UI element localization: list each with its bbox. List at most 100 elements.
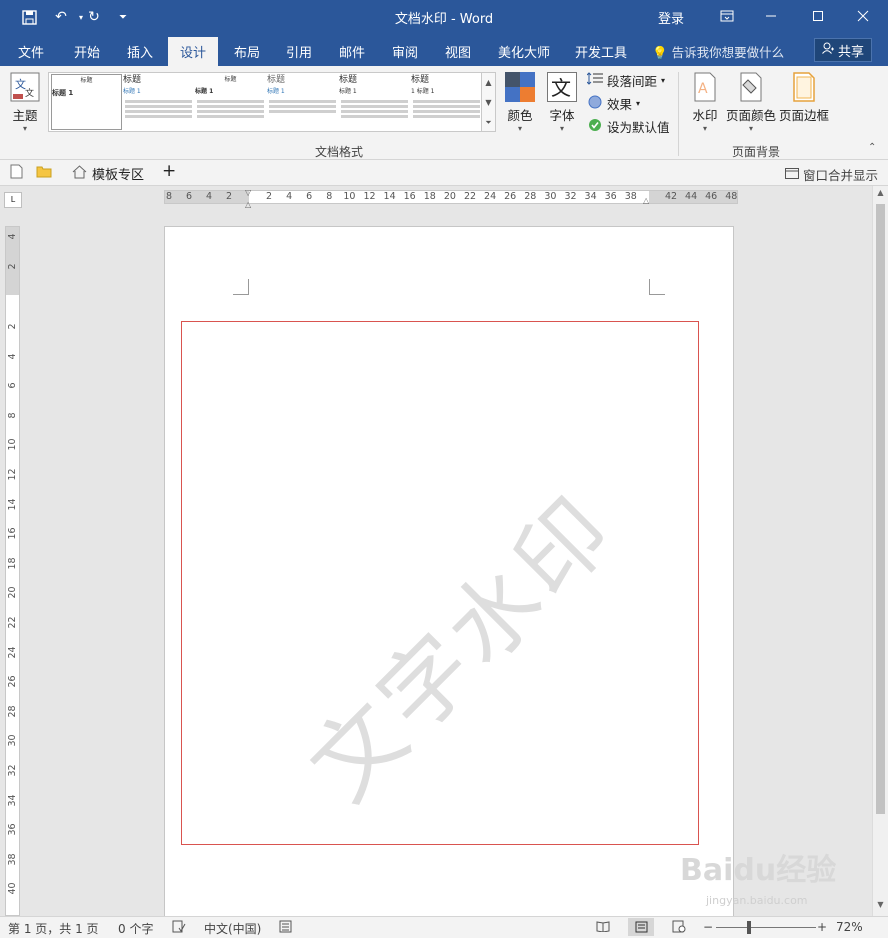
- style-set-subheading: 标题 1: [52, 89, 74, 97]
- ribbon-tabs: 文件 开始 插入 设计 布局 引用 邮件 审阅 视图 美化大师 开发工具 💡 告…: [0, 34, 888, 66]
- tab-selector[interactable]: L: [4, 192, 22, 208]
- crop-mark: [649, 279, 665, 295]
- vertical-ruler[interactable]: 4 2 2 4 6 8 10 12 14 16 18 20 22 24 26 28 30 32 34 36 38 40: [5, 226, 20, 916]
- style-set-item[interactable]: 标题 标题 1: [339, 74, 410, 130]
- tab-file[interactable]: 文件: [18, 42, 44, 61]
- maximize-icon[interactable]: [803, 5, 833, 27]
- set-as-default-button[interactable]: 设为默认值: [587, 117, 670, 136]
- ruler-tick-label: 22: [463, 191, 477, 202]
- login-link[interactable]: 登录: [658, 8, 684, 27]
- read-mode-icon[interactable]: [596, 920, 610, 932]
- ruler-tick-label: 44: [685, 191, 698, 202]
- page-borders-label: 页面边框: [779, 108, 830, 123]
- tell-me-box[interactable]: 💡 告诉我你想要做什么: [652, 42, 784, 61]
- style-set-item[interactable]: 标题 标题 1: [267, 74, 338, 130]
- ruler-tick-label: 36: [7, 823, 18, 836]
- save-icon[interactable]: [18, 7, 40, 27]
- zoom-slider-knob[interactable]: [747, 921, 751, 934]
- ruler-tick-label: 6: [306, 191, 313, 202]
- redo-icon[interactable]: ↻: [83, 7, 105, 27]
- page-borders-icon: [789, 72, 819, 102]
- style-set-item[interactable]: 标题 1 标题 1: [411, 74, 482, 130]
- page-count[interactable]: 第 1 页，共 1 页: [8, 920, 99, 937]
- tab-beautify-master[interactable]: 美化大师: [498, 42, 550, 61]
- ruler-tick-label: 4: [205, 191, 213, 202]
- ribbon-design: 文文 主题 ▾ 标题 标题 1 标题 标题 1 标题 标题 1 标题 标题 1 …: [0, 66, 888, 160]
- scroll-up-icon[interactable]: ▲: [873, 188, 888, 197]
- tab-layout[interactable]: 布局: [234, 42, 260, 61]
- print-layout-icon[interactable]: [628, 918, 654, 936]
- zoom-in-icon[interactable]: +: [817, 920, 827, 934]
- themes-button[interactable]: 文文 主题 ▾: [10, 72, 40, 133]
- style-set-heading: 标题: [123, 75, 142, 85]
- gallery-up-icon[interactable]: ▲: [482, 73, 495, 93]
- proofing-icon[interactable]: [172, 920, 186, 933]
- collapse-ribbon-icon[interactable]: ⌃: [868, 142, 876, 153]
- checkmark-icon: [587, 118, 603, 135]
- ruler-tick-label: 28: [524, 191, 537, 202]
- colors-button[interactable]: 颜色 ▾: [505, 72, 535, 133]
- tab-developer[interactable]: 开发工具: [575, 42, 627, 61]
- first-line-indent-icon[interactable]: ▽: [245, 188, 251, 197]
- style-set-heading: 标题: [224, 76, 237, 83]
- zoom-out-icon[interactable]: −: [703, 920, 713, 934]
- document-page[interactable]: 文字水印: [164, 226, 734, 926]
- paragraph-spacing-button[interactable]: 段落间距 ▾: [586, 71, 665, 90]
- word-count[interactable]: 0 个字: [118, 920, 153, 937]
- page-borders-button[interactable]: 页面边框: [779, 72, 829, 124]
- effects-button[interactable]: 效果 ▾: [587, 94, 640, 113]
- new-document-icon[interactable]: [10, 164, 23, 179]
- ruler-tick-label: 26: [7, 675, 18, 688]
- left-indent-icon[interactable]: △: [245, 200, 251, 209]
- language[interactable]: 中文(中国): [204, 920, 261, 937]
- merge-windows-button[interactable]: 窗口合并显示: [784, 165, 878, 184]
- page-color-button[interactable]: 页面颜色 ▾: [726, 72, 776, 133]
- style-set-item[interactable]: 标题 标题 1: [123, 74, 194, 130]
- colors-icon: [505, 72, 535, 102]
- tell-me-text: 告诉我你想要做什么: [671, 45, 785, 60]
- themes-icon: 文文: [10, 72, 40, 102]
- tab-review[interactable]: 审阅: [392, 42, 418, 61]
- macro-recording-icon[interactable]: [279, 920, 292, 933]
- tab-references[interactable]: 引用: [286, 42, 312, 61]
- zoom-level[interactable]: 72%: [836, 920, 863, 934]
- ruler-tick-label: 34: [7, 794, 18, 807]
- ribbon-display-options-icon[interactable]: [712, 5, 742, 27]
- tab-mailings[interactable]: 邮件: [339, 42, 365, 61]
- ruler-tick-label: 12: [7, 468, 18, 481]
- ruler-tick-label: 18: [7, 557, 18, 570]
- web-layout-icon[interactable]: [672, 920, 686, 933]
- ruler-tick-label: 48: [725, 191, 738, 202]
- gallery-more-icon[interactable]: ⏷: [482, 113, 495, 133]
- tab-view[interactable]: 视图: [445, 42, 471, 61]
- baidu-url: jingyan.baidu.com: [706, 894, 808, 907]
- scroll-down-icon[interactable]: ▼: [873, 900, 888, 909]
- crop-mark: [233, 279, 249, 295]
- fonts-button[interactable]: 文 字体 ▾: [547, 72, 577, 133]
- tab-insert[interactable]: 插入: [127, 42, 153, 61]
- style-set-item[interactable]: 标题 标题 1: [195, 74, 266, 130]
- customize-qat-icon[interactable]: ⏷: [112, 7, 134, 27]
- add-tab-button[interactable]: +: [162, 161, 176, 181]
- watermark-button[interactable]: A 水印 ▾: [690, 72, 720, 133]
- tab-home[interactable]: 开始: [74, 42, 100, 61]
- open-folder-icon[interactable]: [36, 164, 52, 178]
- scroll-thumb[interactable]: [876, 204, 885, 814]
- right-indent-icon[interactable]: △: [643, 196, 649, 205]
- tab-design[interactable]: 设计: [168, 37, 219, 66]
- themes-dropdown-icon: ▾: [22, 124, 27, 133]
- style-set-item[interactable]: 标题 标题 1: [51, 74, 122, 130]
- fonts-dropdown-icon: ▾: [559, 124, 564, 133]
- ruler-tick-label: 30: [544, 191, 557, 202]
- zoom-slider-track[interactable]: [716, 927, 816, 928]
- undo-icon[interactable]: ↶: [50, 7, 72, 27]
- template-zone-tab[interactable]: 模板专区: [72, 164, 144, 183]
- close-icon[interactable]: [848, 5, 878, 27]
- style-set-subheading: 标题 1: [267, 88, 285, 95]
- ruler-tick-label: 32: [564, 191, 577, 202]
- vertical-scrollbar[interactable]: ▲ ▼: [872, 186, 888, 916]
- set-as-default-label: 设为默认值: [607, 120, 670, 135]
- minimize-icon[interactable]: [756, 5, 786, 27]
- share-button[interactable]: 共享: [814, 38, 872, 62]
- gallery-down-icon[interactable]: ▼: [482, 93, 495, 113]
